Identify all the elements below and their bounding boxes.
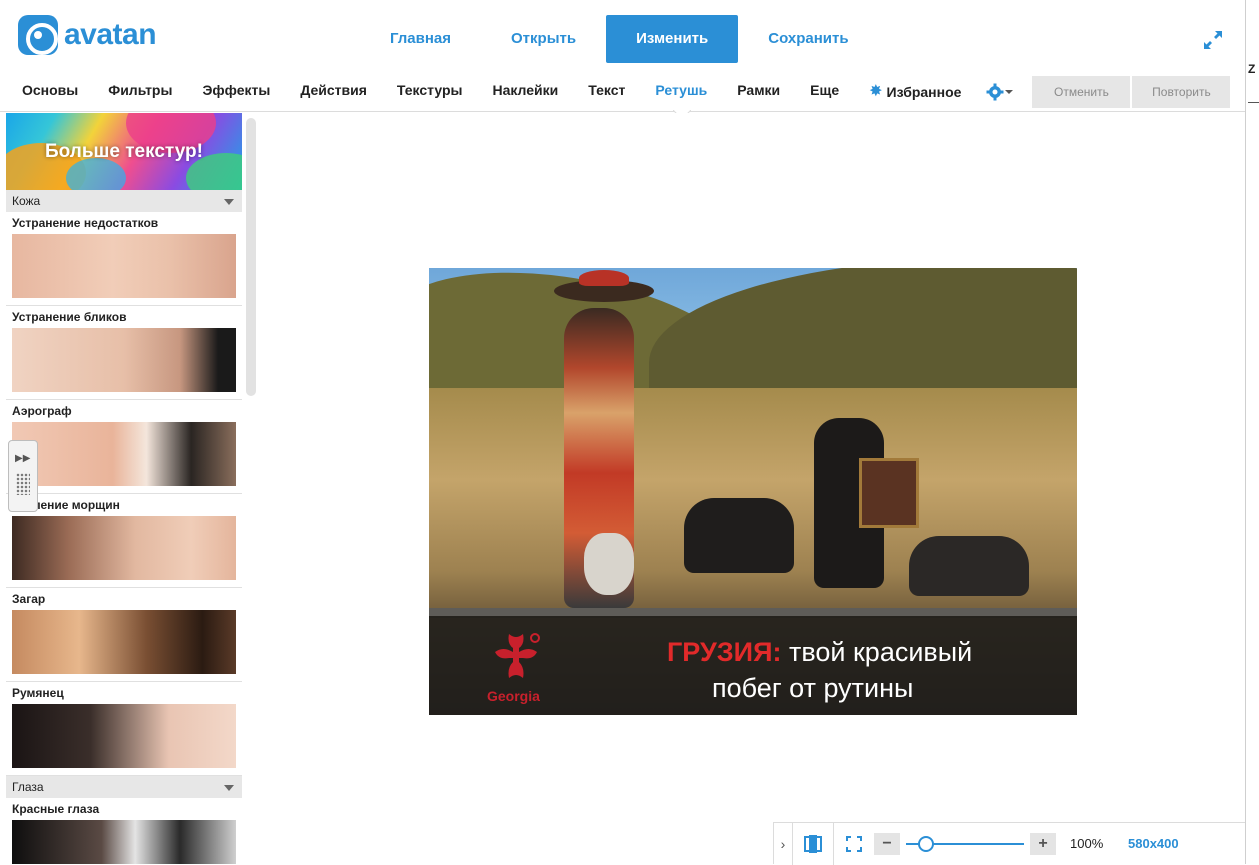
zoom-out-button[interactable]: − <box>874 832 900 855</box>
tool-label: Загар <box>12 592 46 606</box>
photo-man-figure <box>684 498 794 573</box>
redo-button[interactable]: Повторить <box>1132 75 1231 108</box>
tool-red-eye[interactable]: Красные глаза <box>6 798 242 864</box>
zoom-in-button[interactable]: + <box>1030 832 1056 855</box>
avatan-logo[interactable]: avatan <box>18 15 157 55</box>
edge-tick <box>1248 102 1259 103</box>
banner-text: Больше текстур! <box>45 141 203 162</box>
fit-to-screen-button[interactable] <box>834 823 874 865</box>
tool-blush[interactable]: Румянец <box>6 682 242 776</box>
tool-blemish-fix[interactable]: Устранение недостатков <box>6 212 242 306</box>
favorites-button[interactable]: ✸ Избранное <box>854 72 976 112</box>
photo-fruit <box>579 270 629 286</box>
nav-open[interactable]: Открыть <box>481 15 606 63</box>
nav-save[interactable]: Сохранить <box>738 15 878 63</box>
tool-thumbnail <box>12 234 236 298</box>
settings-dropdown[interactable] <box>976 72 1024 112</box>
fullscreen-icon[interactable] <box>1201 28 1225 52</box>
photo-man-figure <box>909 536 1029 596</box>
chevron-down-icon <box>224 199 234 205</box>
double-arrow-right-icon: ▶▶ <box>15 453 31 464</box>
tool-label: Румянец <box>12 686 64 700</box>
tool-wrinkle-removal[interactable]: Удаление морщин <box>6 494 242 588</box>
tool-tan[interactable]: Загар <box>6 588 242 682</box>
tool-thumbnail <box>12 820 236 864</box>
top-header: avatan Главная Открыть Изменить Сохранит… <box>0 0 1245 72</box>
right-edge-strip: Z <box>1245 0 1259 864</box>
tool-label: Устранение бликов <box>12 310 127 324</box>
retouch-sidebar: Больше текстур! Кожа Устранение недостат… <box>6 113 242 864</box>
photo-jug <box>584 533 634 595</box>
compare-icon <box>804 834 822 853</box>
tool-thumbnail <box>12 610 236 674</box>
zoom-slider-knob[interactable] <box>918 835 934 852</box>
nav-home[interactable]: Главная <box>360 15 481 63</box>
section-skin-label: Кожа <box>12 194 41 208</box>
tool-label: Красные глаза <box>12 802 100 816</box>
photo-tagline-line2: побег от рутины <box>712 673 914 703</box>
tab-more[interactable]: Еще <box>795 72 854 112</box>
tool-thumbnail <box>12 328 236 392</box>
tab-text[interactable]: Текст <box>573 72 640 112</box>
photo-hill <box>649 268 1077 408</box>
more-textures-banner[interactable]: Больше текстур! <box>6 113 242 190</box>
section-eyes-label: Глаза <box>12 780 44 794</box>
brand-name: avatan <box>64 18 157 51</box>
undo-button[interactable]: Отменить <box>1032 75 1131 108</box>
nav-edit[interactable]: Изменить <box>606 15 739 63</box>
tool-thumbnail <box>12 422 236 486</box>
favorites-label: Избранное <box>886 83 962 100</box>
tab-filters[interactable]: Фильтры <box>93 72 187 112</box>
avatan-logo-icon <box>18 15 58 55</box>
editor-canvas: Georgia ГРУЗИЯ: твой красивый побег от р… <box>262 113 1245 864</box>
fit-screen-icon <box>846 835 862 852</box>
section-eyes-header[interactable]: Глаза <box>6 776 242 798</box>
tool-label: Удаление морщин <box>12 498 120 512</box>
edge-glyph: Z <box>1248 62 1256 76</box>
gear-icon <box>986 83 1004 100</box>
tab-basics[interactable]: Основы <box>0 72 93 112</box>
chevron-down-icon <box>1005 89 1014 94</box>
tagline-highlight: ГРУЗИЯ: <box>667 637 782 667</box>
zoom-bar: › − + 100% 580x400 <box>773 822 1245 865</box>
tab-retouch[interactable]: Ретушь <box>640 72 722 112</box>
edited-photo[interactable]: Georgia ГРУЗИЯ: твой красивый побег от р… <box>429 268 1077 715</box>
tool-shine-removal[interactable]: Устранение бликов <box>6 306 242 400</box>
chevron-right-icon[interactable]: › <box>774 836 792 852</box>
tool-thumbnail <box>12 516 236 580</box>
star-icon: ✸ <box>869 82 883 100</box>
main-nav: Главная Открыть Изменить Сохранить <box>360 15 879 63</box>
tool-thumbnail <box>12 704 236 768</box>
georgia-logo-text: Georgia <box>487 688 540 704</box>
panel-dock-handle[interactable]: ▶▶ <box>8 440 38 512</box>
image-dimensions[interactable]: 580x400 <box>1128 836 1179 851</box>
zoom-level: 100% <box>1070 836 1104 851</box>
photo-drum <box>859 458 919 528</box>
tab-stickers[interactable]: Наклейки <box>477 72 573 112</box>
grip-icon <box>16 473 30 495</box>
tagline-rest: твой красивый <box>781 637 973 667</box>
compare-button[interactable] <box>793 823 833 865</box>
tab-textures[interactable]: Текстуры <box>382 72 478 112</box>
tool-label: Устранение недостатков <box>12 216 159 230</box>
tool-airbrush[interactable]: Аэрограф <box>6 400 242 494</box>
tools-bar: Основы Фильтры Эффекты Действия Текстуры… <box>0 72 1245 112</box>
chevron-down-icon <box>224 785 234 791</box>
photo-tagline-line1: ГРУЗИЯ: твой красивый <box>429 634 1077 670</box>
section-skin-header[interactable]: Кожа <box>6 190 242 212</box>
photo-ad-banner: Georgia ГРУЗИЯ: твой красивый побег от р… <box>429 608 1077 715</box>
tab-effects[interactable]: Эффекты <box>187 72 285 112</box>
tab-actions[interactable]: Действия <box>285 72 382 112</box>
sidebar-scrollbar[interactable] <box>246 118 256 396</box>
tab-frames[interactable]: Рамки <box>722 72 795 112</box>
zoom-slider[interactable] <box>906 833 1024 855</box>
tool-label: Аэрограф <box>12 404 72 418</box>
